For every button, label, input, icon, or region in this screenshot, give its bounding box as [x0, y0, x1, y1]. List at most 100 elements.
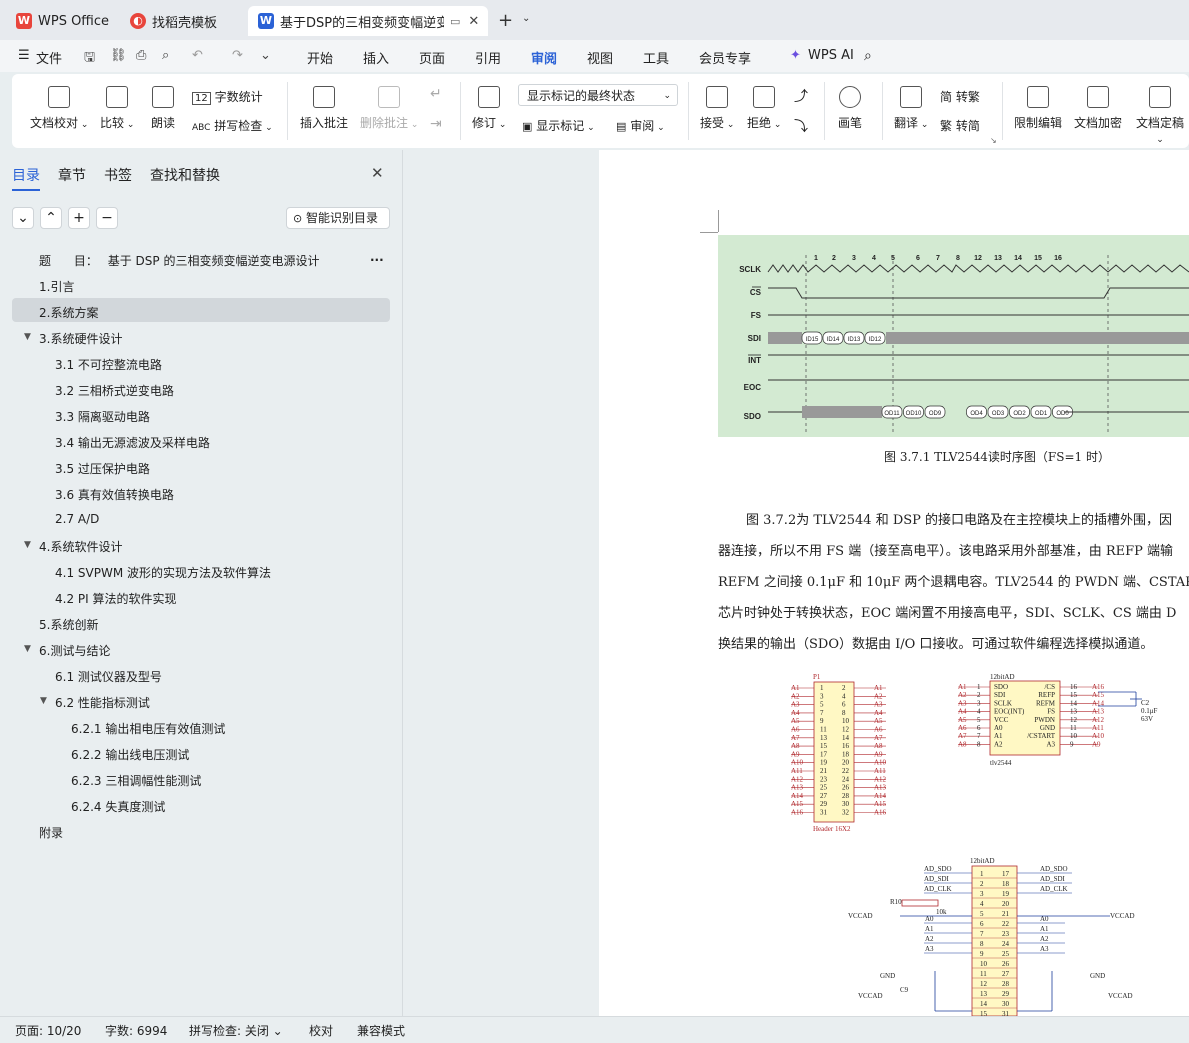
markup-state-select[interactable]: 显示标记的最终状态 ⌄: [518, 84, 678, 106]
tab-template[interactable]: ◐ 找稻壳模板: [120, 6, 242, 36]
tab-find-replace[interactable]: 查找和替换: [150, 165, 220, 185]
tab-chapters[interactable]: 章节: [58, 165, 86, 185]
toc-item[interactable]: 附录: [39, 824, 63, 841]
p1-pin-even: 32: [842, 809, 850, 817]
menu-wps-ai[interactable]: WPS AI: [808, 48, 854, 63]
toc-item[interactable]: 4.系统软件设计: [39, 538, 122, 555]
toc-item[interactable]: 2.系统方案: [39, 304, 98, 321]
monitor-icon[interactable]: ▭: [450, 15, 460, 28]
toc-item[interactable]: 3.3 隔离驱动电路: [55, 408, 150, 425]
save-icon[interactable]: 🖫: [84, 48, 95, 70]
toc-item[interactable]: 4.1 SVPWM 波形的实现方法及软件算法: [55, 564, 271, 581]
toc-item[interactable]: 1.引言: [39, 278, 74, 295]
tab-wps-office[interactable]: W WPS Office: [6, 6, 114, 36]
toc-item[interactable]: 3.1 不可控整流电路: [55, 356, 162, 373]
print-preview-icon[interactable]: ⌕: [162, 48, 169, 63]
expand-triangle-icon[interactable]: ▼: [40, 696, 47, 706]
menu-item-page[interactable]: 页面: [419, 48, 445, 67]
page-indicator[interactable]: 页面: 10/20: [15, 1022, 81, 1039]
collapse-down-button[interactable]: ⌄: [12, 207, 34, 229]
toc-title-line[interactable]: 题 目： 基于 DSP 的三相变频变幅逆变电源设计: [39, 252, 319, 269]
toc-item[interactable]: 3.6 真有效值转换电路: [55, 486, 174, 503]
word-count-indicator[interactable]: 字数: 6994: [105, 1022, 167, 1039]
doc-check-button[interactable]: 文档校对 ⌄: [30, 86, 88, 131]
delete-comment-button[interactable]: 删除批注 ⌄: [360, 86, 418, 131]
menu-item-start[interactable]: 开始: [307, 48, 333, 67]
search-icon[interactable]: ⌕: [864, 48, 872, 64]
add-heading-button[interactable]: +: [68, 207, 90, 229]
next-comment-icon[interactable]: ⇥: [430, 116, 442, 132]
menu-item-tools[interactable]: 工具: [643, 48, 669, 67]
expand-corner-icon[interactable]: ↘: [990, 136, 997, 145]
chevron-down-icon[interactable]: ⌄: [522, 13, 530, 24]
toc-item[interactable]: 3.系统硬件设计: [39, 330, 122, 347]
toc-item[interactable]: 5.系统创新: [39, 616, 98, 633]
toc-item[interactable]: 4.2 PI 算法的软件实现: [55, 590, 177, 607]
menu-item-insert[interactable]: 插入: [363, 48, 389, 67]
p1-pin-even: 12: [842, 726, 850, 734]
smart-toc-button[interactable]: ⊙ 智能识别目录: [286, 207, 390, 229]
toc-item[interactable]: 3.5 过压保护电路: [55, 460, 150, 477]
finalize-button[interactable]: 文档定稿 ⌄: [1131, 86, 1189, 145]
toc-item[interactable]: 6.2.2 输出线电压测试: [71, 746, 189, 763]
undo-icon[interactable]: ↶: [192, 48, 203, 63]
toc-item[interactable]: 6.2.4 失真度测试: [71, 798, 165, 815]
menu-item-review[interactable]: 审阅: [531, 48, 557, 67]
link-icon[interactable]: ⛓: [110, 48, 127, 63]
accept-button[interactable]: 接受 ⌄: [700, 86, 734, 131]
prev-change-icon[interactable]: ⤴: [794, 86, 808, 106]
more-chevron-icon[interactable]: ⌄: [260, 48, 271, 63]
toc-item[interactable]: 3.2 三相桥式逆变电路: [55, 382, 174, 399]
pen-button[interactable]: 画笔: [838, 86, 862, 131]
revise-button[interactable]: 修订 ⌄: [472, 86, 506, 131]
translate-button[interactable]: 翻译 ⌄: [894, 86, 928, 131]
spell-check-status[interactable]: 拼写检查: 关闭 ⌄: [189, 1022, 283, 1039]
toc-item[interactable]: 6.1 测试仪器及型号: [55, 668, 162, 685]
menu-item-member[interactable]: 会员专享: [699, 48, 751, 67]
expand-triangle-icon[interactable]: ▼: [24, 644, 31, 654]
encrypt-button[interactable]: 文档加密: [1074, 86, 1122, 131]
prev-comment-icon[interactable]: ↵: [430, 86, 442, 102]
toc-item[interactable]: 6.2.1 输出相电压有效值测试: [71, 720, 225, 737]
print-icon[interactable]: ⎙: [136, 48, 146, 63]
resistor-label: R10: [890, 898, 902, 906]
menu-file[interactable]: 文件: [36, 48, 62, 67]
expand-triangle-icon[interactable]: ▼: [24, 540, 31, 550]
read-aloud-button[interactable]: 朗读: [151, 86, 175, 131]
close-icon[interactable]: ✕: [468, 14, 479, 29]
to-simplified-button[interactable]: 繁 转简: [940, 117, 980, 134]
toc-item[interactable]: 3.4 输出无源滤波及采样电路: [55, 434, 210, 451]
toc-item[interactable]: 6.2 性能指标测试: [55, 694, 150, 711]
toc-item[interactable]: 2.7 A/D: [55, 512, 99, 526]
toc-item[interactable]: 6.2.3 三相调幅性能测试: [71, 772, 201, 789]
word-count-button[interactable]: 12 字数统计: [192, 88, 263, 105]
redo-icon[interactable]: ↷: [232, 48, 243, 63]
compat-mode-status[interactable]: 兼容模式: [357, 1022, 405, 1039]
reject-button[interactable]: 拒绝 ⌄: [747, 86, 781, 131]
proofread-status[interactable]: 校对: [309, 1022, 333, 1039]
compare-button[interactable]: 比较 ⌄: [100, 86, 134, 131]
show-markup-button[interactable]: ▣ 显示标记 ⌄: [522, 117, 595, 134]
review-pane-button[interactable]: ▤ 审阅 ⌄: [616, 117, 665, 134]
new-tab-plus-icon[interactable]: +: [498, 10, 513, 31]
spell-check-button[interactable]: ABC 拼写检查 ⌄: [192, 117, 273, 134]
tab-document[interactable]: W 基于DSP的三相变频变幅逆变电 ▭ ✕: [248, 6, 488, 36]
insert-comment-button[interactable]: 插入批注: [300, 86, 348, 131]
hamburger-icon[interactable]: ☰: [18, 48, 30, 63]
tab-toc[interactable]: 目录: [12, 165, 40, 185]
menu-item-reference[interactable]: 引用: [475, 48, 501, 67]
to-traditional-label: 简 转繁: [940, 90, 980, 104]
sch2-pin-left: 2: [980, 880, 984, 888]
restrict-edit-button[interactable]: 限制编辑: [1014, 86, 1062, 131]
expand-triangle-icon[interactable]: ▼: [24, 332, 31, 342]
menu-item-view[interactable]: 视图: [587, 48, 613, 67]
toc-item[interactable]: 6.测试与结论: [39, 642, 110, 659]
close-icon[interactable]: ✕: [371, 164, 384, 182]
remove-heading-button[interactable]: −: [96, 207, 118, 229]
next-change-icon[interactable]: ⤵: [794, 116, 808, 136]
collapse-up-button[interactable]: ⌃: [40, 207, 62, 229]
to-traditional-button[interactable]: 简 转繁: [940, 88, 980, 105]
ic-pin-right: REFP: [1038, 691, 1055, 699]
tab-bookmarks[interactable]: 书签: [104, 165, 132, 185]
more-icon[interactable]: ...: [370, 250, 384, 264]
